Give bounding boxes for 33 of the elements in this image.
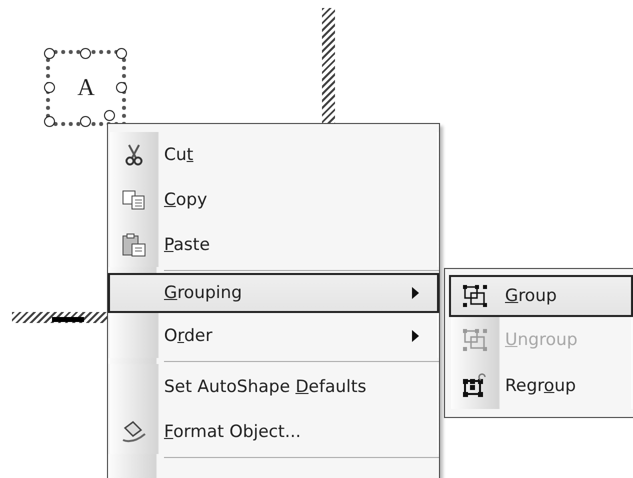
menu-item[interactable]: Cut <box>108 132 439 177</box>
resize-handle[interactable] <box>44 48 55 59</box>
menu-item-label: Set AutoShape Defaults <box>164 376 366 396</box>
menu-item-label: Order <box>164 326 212 346</box>
menu-item[interactable]: Regroup <box>449 363 633 409</box>
paste-icon <box>121 232 147 256</box>
menu-item[interactable]: Order <box>108 313 439 358</box>
group-icon <box>461 283 489 309</box>
menu-item-label: Format Object... <box>164 422 301 442</box>
group-icon <box>461 327 489 353</box>
menu-item-label: Copy <box>164 190 208 210</box>
resize-handle[interactable] <box>104 110 115 121</box>
resize-handle[interactable] <box>44 116 55 127</box>
menu-item[interactable]: Format Object... <box>108 409 439 454</box>
scissors-icon <box>125 144 143 166</box>
menu-item[interactable]: Copy <box>108 177 439 222</box>
menu-item-label: Ungroup <box>505 330 578 350</box>
menu-item[interactable]: Grouping <box>108 273 439 313</box>
menu-item-label: Cut <box>164 144 194 164</box>
menu-item[interactable]: Group <box>449 275 633 317</box>
menu-item[interactable]: Set AutoShape Defaults <box>108 364 439 409</box>
resize-handle[interactable] <box>116 48 127 59</box>
resize-handle[interactable] <box>80 48 91 59</box>
menu-item-label: Group <box>505 286 557 306</box>
resize-handle[interactable] <box>80 116 91 127</box>
copy-icon <box>122 190 146 210</box>
menu-item-label: Grouping <box>164 283 242 303</box>
menu-item-label: Paste <box>164 234 210 254</box>
resize-handle[interactable] <box>44 82 55 93</box>
menu-item[interactable]: Paste <box>108 222 439 267</box>
menu-item-label: Regroup <box>505 376 576 396</box>
dash-mark <box>52 317 84 322</box>
resize-handle[interactable] <box>116 82 127 93</box>
